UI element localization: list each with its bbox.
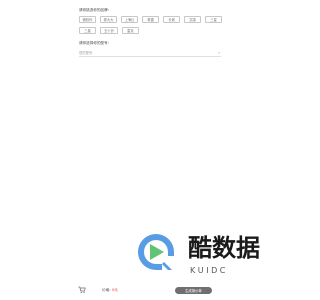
brand-button[interactable]: 那大大: [100, 16, 117, 23]
brand-row: 三星 五十铃 雷克: [79, 27, 221, 34]
brand-grid: 微软你 那大大 上海比 希捷 长城 富康 三星 三星 五十铃 雷克: [79, 16, 222, 38]
brand-button[interactable]: 上海比: [121, 16, 138, 23]
brand-button[interactable]: 微软你: [79, 16, 96, 23]
logo-mark: [138, 234, 174, 270]
brand-section-label: 请你挑选你的品牌:: [79, 8, 109, 12]
brand-button[interactable]: 长城: [163, 16, 180, 23]
watermark-subtext: K U I D C: [190, 266, 226, 275]
brand-button[interactable]: 三星: [79, 27, 96, 34]
brand-button[interactable]: 希捷: [142, 16, 159, 23]
watermark-logo: 酷数据 K U I D C: [132, 226, 282, 278]
brand-button[interactable]: 雷克: [121, 27, 139, 34]
footer-bar: 价格: 0元 生成报价单: [78, 284, 224, 296]
brand-row: 微软你 那大大 上海比 希捷 长城 富康 三星: [79, 16, 222, 23]
brand-button[interactable]: 三星: [205, 16, 222, 23]
chevron-down-icon: ▾: [218, 50, 220, 55]
price-amount: 0元: [111, 287, 118, 292]
model-section-label: 请你选择你的型号:: [79, 41, 109, 45]
brand-button[interactable]: 富康: [184, 16, 201, 23]
price-display: 价格: 0元: [102, 288, 118, 293]
logo-icon: 酷数据 K U I D C: [138, 234, 260, 275]
cart-icon[interactable]: [78, 286, 86, 294]
brand-button[interactable]: 五十铃: [100, 27, 118, 34]
watermark-text: 酷数据: [188, 234, 260, 262]
model-select[interactable]: 您的型号 ▾: [79, 49, 221, 57]
model-select-value: 您的型号: [79, 51, 93, 55]
price-prefix: 价格:: [102, 287, 111, 292]
generate-quote-button[interactable]: 生成报价单: [175, 287, 212, 294]
